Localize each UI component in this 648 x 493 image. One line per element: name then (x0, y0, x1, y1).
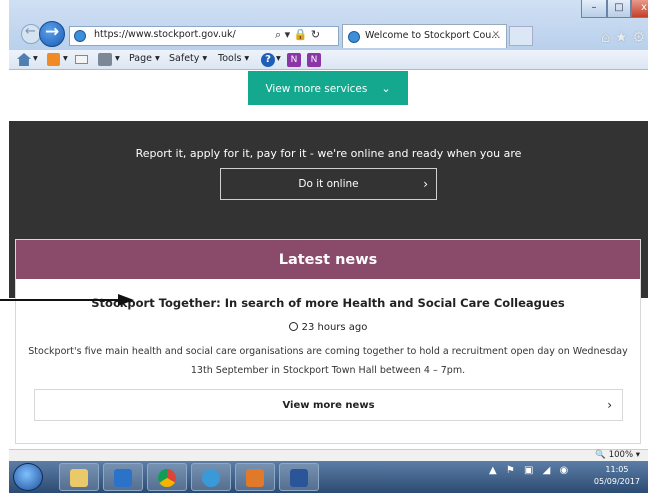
new-tab-button[interactable] (509, 26, 533, 46)
chevron-right-icon: › (423, 177, 428, 191)
windows-taskbar: ▲ ⚑ ▣ ◢ ◉ 11:05 05/09/2017 (9, 461, 648, 493)
tab-label[interactable]: Welcome to Stockport Cou... (365, 30, 500, 41)
taskbar-word[interactable] (279, 463, 319, 491)
taskbar-outlook[interactable] (103, 463, 143, 491)
latest-news-card: Latest news Stockport Together: In searc… (15, 239, 641, 444)
annotation-arrow-line (0, 299, 120, 301)
annotation-arrow-icon (118, 294, 134, 306)
taskbar-clock[interactable]: 11:05 05/09/2017 (594, 464, 640, 488)
command-bar: ▾ ▾ ▾ Page ▾ Safety ▾ Tools ▾ ? ▾ N N (9, 50, 648, 70)
online-tagline: Report it, apply for it, pay for it - we… (135, 147, 522, 160)
zoom-level[interactable]: 🔍 100% ▾ (595, 450, 640, 460)
help-dropdown-icon[interactable]: ▾ (276, 53, 281, 64)
outlook-icon (114, 469, 132, 487)
address-bar[interactable]: https://www.stockport.gov.uk/ ⌕ ▾ 🔒 ↻ (69, 26, 339, 46)
news-time-text: 23 hours ago (301, 322, 368, 333)
news-article-summary: Stockport's five main health and social … (28, 346, 628, 376)
forward-button[interactable] (39, 21, 65, 47)
tab-close-icon[interactable]: × (492, 29, 500, 40)
do-it-online-button[interactable]: Do it online › (220, 168, 437, 200)
chevron-right-icon: › (607, 398, 612, 412)
powerpoint-icon (246, 469, 264, 487)
address-tools-icon[interactable]: ⌕ ▾ 🔒 ↻ (275, 28, 320, 42)
folder-icon (70, 469, 88, 487)
view-more-news-label: View more news (282, 400, 375, 411)
print-icon[interactable] (98, 53, 112, 66)
browser-tab[interactable]: Welcome to Stockport Cou... × (342, 24, 507, 48)
close-window-button[interactable]: x (631, 0, 648, 18)
taskbar-powerpoint[interactable] (235, 463, 275, 491)
rss-feed-icon[interactable] (47, 53, 60, 66)
word-icon (290, 469, 308, 487)
do-it-online-label: Do it online (298, 178, 359, 190)
services-button-label: View more services (265, 83, 368, 95)
tab-globe-icon (348, 31, 360, 43)
onenote-linked-icon[interactable]: N (307, 53, 321, 67)
taskbar-chrome[interactable] (147, 463, 187, 491)
address-url[interactable]: https://www.stockport.gov.uk/ (94, 29, 236, 40)
browser-titlebar: https://www.stockport.gov.uk/ ⌕ ▾ 🔒 ↻ We… (9, 0, 648, 50)
mail-icon[interactable] (75, 55, 88, 64)
help-icon[interactable]: ? (261, 53, 275, 67)
maximize-button[interactable]: □ (607, 0, 631, 18)
rss-dropdown-icon[interactable]: ▾ (63, 53, 68, 64)
site-globe-icon (74, 30, 86, 42)
print-dropdown-icon[interactable]: ▾ (115, 53, 120, 64)
home-favorites-settings-icons[interactable]: ⌂★⚙ (601, 28, 648, 46)
view-more-news-button[interactable]: View more news › (34, 389, 623, 421)
page-viewport: View more services ⌄ Report it, apply for… (9, 71, 648, 449)
ie-icon (202, 469, 220, 487)
safety-menu[interactable]: Safety ▾ (169, 53, 207, 64)
home-dropdown-icon[interactable]: ▾ (33, 53, 38, 64)
clock-date: 05/09/2017 (593, 477, 640, 486)
chrome-icon (158, 469, 176, 487)
view-more-services-button[interactable]: View more services ⌄ (248, 71, 408, 105)
tools-menu[interactable]: Tools ▾ (218, 53, 249, 64)
system-tray-icons[interactable]: ▲ ⚑ ▣ ◢ ◉ (489, 465, 571, 476)
screenshot: https://www.stockport.gov.uk/ ⌕ ▾ 🔒 ↻ We… (0, 0, 648, 493)
home-icon[interactable] (17, 53, 31, 66)
news-timestamp: 23 hours ago (16, 322, 640, 333)
clock-time: 11:05 (605, 465, 629, 474)
chevron-down-icon: ⌄ (381, 82, 391, 95)
minimize-button[interactable]: – (581, 0, 607, 18)
start-button[interactable] (13, 463, 43, 491)
status-bar: 🔍 100% ▾ (9, 449, 648, 461)
zoom-value: 100% (608, 450, 634, 460)
clock-icon (288, 322, 298, 331)
taskbar-explorer[interactable] (59, 463, 99, 491)
back-button[interactable] (21, 24, 41, 44)
latest-news-heading: Latest news (16, 240, 640, 279)
taskbar-internet-explorer[interactable] (191, 463, 231, 491)
onenote-icon[interactable]: N (287, 53, 301, 67)
page-menu[interactable]: Page ▾ (129, 53, 160, 64)
